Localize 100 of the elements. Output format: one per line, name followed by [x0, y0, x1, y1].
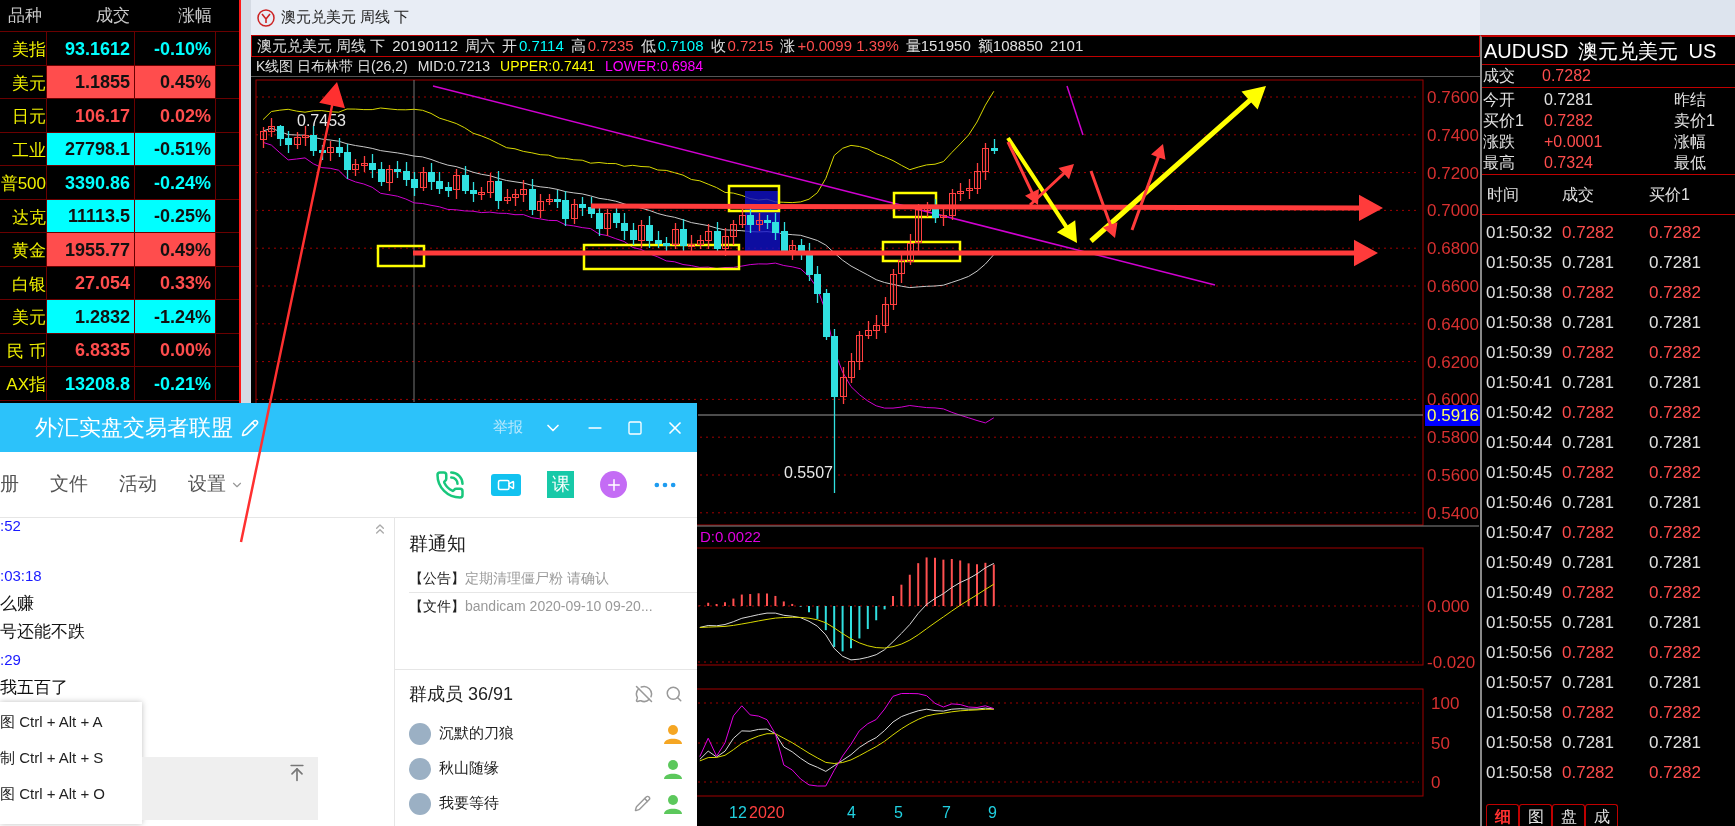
axis-label: 0 — [1431, 773, 1441, 792]
tick-price: 0.7281 — [1562, 372, 1615, 395]
edit-icon[interactable] — [634, 795, 651, 812]
scroll-top-icon[interactable] — [287, 763, 307, 783]
instrument-name: AX指 — [5, 374, 46, 396]
tick-price: 0.7282 — [1562, 342, 1615, 365]
axis-label: -0.020 — [1427, 653, 1476, 672]
axis-label: 0.5800 — [1427, 428, 1479, 448]
panel-tab[interactable]: 图 — [1519, 804, 1552, 826]
panel-tab[interactable]: 细 — [1486, 804, 1519, 826]
axis-label: 0.7000 — [1427, 201, 1479, 221]
change-cell: -0.24% — [134, 166, 216, 199]
indicator-value: D:0.0022 — [700, 528, 761, 545]
highlight-box — [727, 184, 781, 213]
indicator-label: MID:0.7213 — [417, 57, 491, 76]
time-axis-label: 12 — [729, 804, 747, 821]
nav-tab[interactable]: 册 — [0, 470, 19, 499]
stat-label: 卖价1 — [1674, 110, 1715, 131]
tick-time: 01:50:49 — [1485, 582, 1554, 605]
message-text: 我五百了 — [0, 677, 68, 699]
instrument-name: 达克 — [11, 206, 46, 229]
info-label: 收 — [710, 35, 726, 56]
column-header: 成交 — [1562, 184, 1595, 205]
info-label: 涨 — [780, 35, 796, 56]
tick-time: 01:50:47 — [1485, 522, 1554, 545]
nav-tab[interactable]: 设置 — [188, 470, 244, 499]
price-cell: 13208.8 — [46, 367, 134, 400]
instrument-name: 白银 — [11, 273, 46, 296]
tick-time: 01:50:35 — [1485, 252, 1554, 275]
price-cell: 93.1612 — [46, 32, 134, 65]
stat-value: 0.7282 — [1542, 66, 1591, 86]
stat-value: +0.0001 — [1544, 131, 1604, 152]
chat-off-icon[interactable] — [635, 685, 653, 703]
tick-time: 01:50:39 — [1485, 342, 1554, 365]
instrument-name: 黄金 — [11, 240, 46, 262]
column-header: 买价1 — [1649, 184, 1690, 205]
phone-icon[interactable] — [435, 469, 465, 500]
member-name[interactable]: 沉默的刀狼 — [439, 722, 663, 745]
time-axis-label: 5 — [894, 804, 903, 821]
menu-item[interactable]: 图 Ctrl + Alt + A — [0, 704, 142, 740]
axis-label: 50 — [1431, 734, 1450, 753]
app-logo-icon — [257, 8, 275, 27]
stat-label: 今开 — [1482, 89, 1516, 110]
tick-bid: 0.7281 — [1649, 492, 1701, 515]
stat-value: 0.7324 — [1544, 152, 1594, 173]
tick-price: 0.7282 — [1562, 702, 1615, 725]
panel-tab[interactable]: 盘 — [1552, 804, 1585, 826]
tick-time: 01:50:58 — [1485, 732, 1554, 755]
avatar — [409, 757, 431, 780]
tick-bid: 0.7282 — [1649, 342, 1701, 365]
indicator-label: LOWER:0.6984 — [605, 57, 704, 76]
avatar — [409, 722, 431, 745]
panel-tab[interactable]: 成 — [1585, 804, 1618, 826]
info-value: 0.7114 — [518, 35, 564, 56]
axis-label: 0.7400 — [1427, 125, 1479, 145]
tick-time: 01:50:46 — [1485, 492, 1554, 515]
info-label: 澳元兑美元 周线 下 — [257, 35, 386, 56]
change-cell: -0.51% — [134, 132, 216, 165]
column-header: 成交 — [95, 4, 131, 27]
add-icon[interactable] — [600, 471, 627, 498]
message-text: 号还能不跌 — [0, 621, 85, 643]
indicator-label: UPPER:0.7441 — [500, 57, 596, 76]
maximize-icon[interactable] — [627, 419, 643, 436]
tick-bid: 0.7282 — [1649, 522, 1701, 545]
tick-price: 0.7281 — [1562, 312, 1615, 335]
tick-price: 0.7282 — [1562, 222, 1615, 245]
tick-price: 0.7282 — [1562, 522, 1615, 545]
time-axis-label: 9 — [988, 804, 997, 821]
member-name[interactable]: 秋山随缘 — [439, 757, 663, 780]
price-cell: 6.8335 — [46, 333, 134, 366]
stat-label: 最低 — [1674, 152, 1706, 173]
nav-tab[interactable]: 活动 — [119, 470, 157, 499]
axis-label: 0.6800 — [1427, 239, 1479, 259]
axis-label: 0.5600 — [1427, 466, 1479, 485]
info-label: 低 — [640, 35, 656, 56]
menu-item[interactable]: 图 Ctrl + Alt + O — [0, 776, 142, 812]
highlight-box — [892, 191, 938, 219]
window-title: 澳元兑美元 周线 下 — [281, 7, 410, 28]
nav-tab[interactable]: 文件 — [50, 470, 88, 499]
stat-label: 买价1 — [1482, 110, 1525, 131]
change-cell: 0.00% — [134, 333, 216, 366]
tick-bid: 0.7282 — [1649, 282, 1701, 305]
instrument-name: 日元 — [11, 106, 46, 128]
symbol-code: AUDUSD — [1484, 38, 1569, 64]
change-cell: -0.21% — [134, 367, 216, 400]
member-name[interactable]: 我要等待 — [439, 792, 634, 815]
search-icon[interactable] — [665, 685, 683, 703]
tick-bid: 0.7281 — [1649, 312, 1701, 335]
change-cell: -0.10% — [134, 32, 216, 65]
tick-bid: 0.7281 — [1649, 732, 1701, 755]
tick-bid: 0.7282 — [1649, 642, 1701, 665]
menu-item[interactable]: 制 Ctrl + Alt + S — [0, 740, 142, 776]
video-call-icon[interactable] — [491, 473, 521, 496]
tick-bid: 0.7282 — [1649, 582, 1701, 605]
axis-label: 0.6200 — [1427, 352, 1479, 372]
time-axis-label: 7 — [942, 804, 951, 821]
stat-label: 涨跌 — [1482, 131, 1516, 152]
instrument-name: 美指 — [11, 39, 46, 61]
stat-label: 成交 — [1482, 66, 1516, 86]
tick-time: 01:50:32 — [1485, 222, 1554, 245]
